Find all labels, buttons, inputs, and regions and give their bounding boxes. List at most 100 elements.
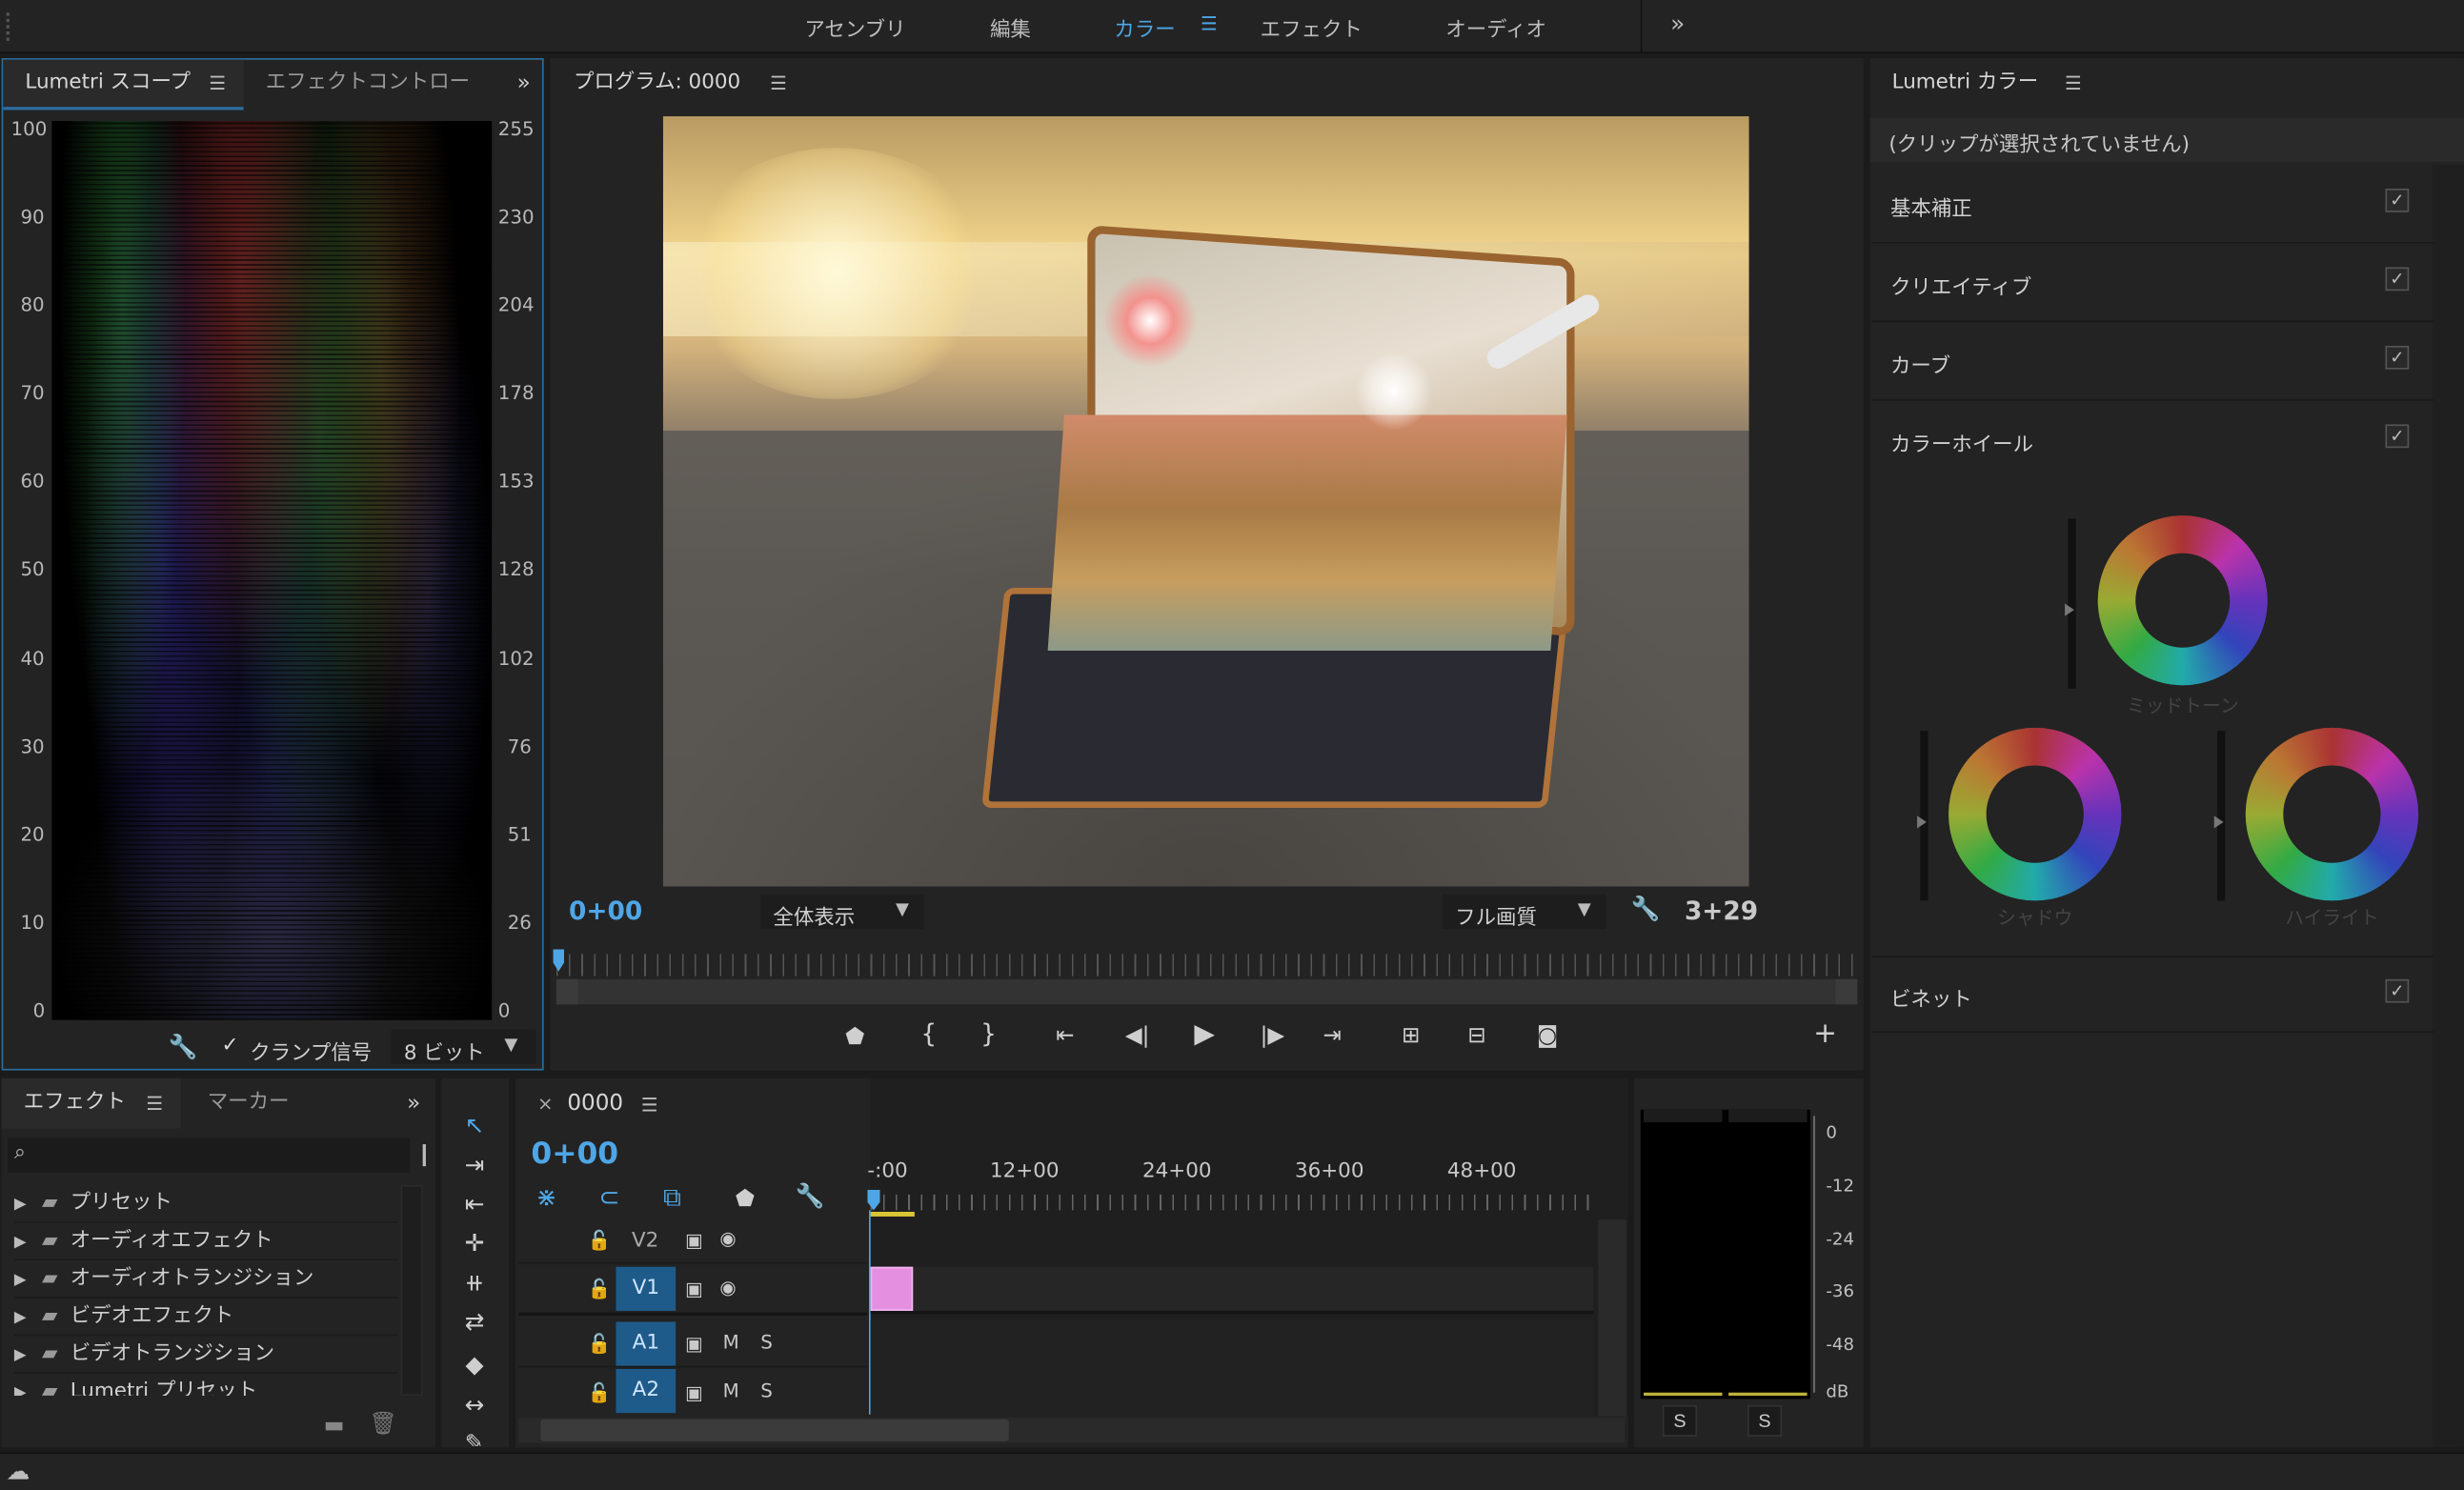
rate-stretch-tool-icon[interactable]: ↔ (454, 1389, 495, 1420)
trash-icon[interactable]: 🗑 (370, 1413, 397, 1435)
track-height-scrollbar[interactable] (1598, 1219, 1626, 1417)
section-color-wheels[interactable]: カラーホイール ✓ (1871, 402, 2434, 479)
source-patch-a2[interactable]: A2 (616, 1368, 677, 1414)
program-playhead-timecode[interactable]: 0+00 (569, 896, 642, 925)
timeline-ruler-ticks[interactable] (870, 1194, 1594, 1211)
more-panels-icon[interactable]: » (517, 72, 531, 94)
extract-icon[interactable]: ⊟ (1467, 1025, 1485, 1047)
razor-tool-icon[interactable]: ◆ (454, 1349, 495, 1380)
effects-item-presets[interactable]: ▶ ▰ プリセット (13, 1185, 398, 1223)
track-header-a2[interactable]: 🔓 A2 ▣ M S (518, 1368, 868, 1417)
effects-search-input[interactable]: ⌕ (8, 1138, 411, 1173)
workspace-tab-effects[interactable]: エフェクト (1261, 12, 1363, 43)
sequence-tab[interactable]: 0000 (567, 1091, 623, 1116)
quality-select[interactable]: フル画質 ▼ (1442, 894, 1606, 931)
step-forward-icon[interactable]: |▶︎ (1261, 1025, 1285, 1047)
menu-icon[interactable]: ☰ (1201, 12, 1218, 34)
track-header-a1[interactable]: 🔓 A1 ▣ M S (518, 1319, 868, 1368)
clamp-checkbox[interactable]: ✓ (222, 1035, 239, 1058)
more-panels-icon[interactable]: » (407, 1093, 420, 1115)
lock-icon[interactable]: 🔓 (588, 1278, 612, 1299)
workspace-tab-audio[interactable]: オーディオ (1445, 12, 1546, 43)
tab-effects[interactable]: エフェクト ☰ (1, 1077, 181, 1129)
highlight-slider[interactable] (2213, 731, 2226, 901)
tab-lumetri-scopes[interactable]: Lumetri スコープ ☰ (3, 59, 244, 111)
selection-tool-icon[interactable]: ↖ (454, 1110, 495, 1141)
section-vignette[interactable]: ビネット ✓ (1871, 956, 2434, 1033)
zoom-scrollbar[interactable] (555, 978, 1858, 1005)
effects-item-lumetri-presets[interactable]: ▶ ▰ Lumetri プリセット (14, 1374, 397, 1396)
scrollbar-thumb[interactable] (540, 1419, 1009, 1441)
timeline-settings-wrench-icon[interactable]: 🔧 (795, 1184, 824, 1208)
section-checkbox[interactable]: ✓ (2385, 267, 2410, 292)
workspace-tab-assembly[interactable]: アセンブリ (804, 12, 905, 43)
solo-button[interactable]: S (760, 1380, 773, 1402)
timeline-timecode[interactable]: 0+00 (531, 1137, 618, 1171)
panel-scrollbar[interactable] (2432, 165, 2464, 1448)
tab-markers[interactable]: マーカー (208, 1079, 290, 1126)
button-editor-plus-icon[interactable]: + (1813, 1019, 1837, 1048)
track-select-tool-icon[interactable]: ⇥ (454, 1149, 495, 1180)
lift-icon[interactable]: ⊞ (1402, 1025, 1420, 1047)
panel-menu-icon[interactable]: ☰ (209, 72, 226, 94)
more-workspaces-icon[interactable]: » (1670, 10, 1685, 38)
mute-button[interactable]: M (723, 1380, 739, 1402)
export-frame-camera-icon[interactable]: ◙ (1537, 1025, 1558, 1047)
track-lane-v1[interactable] (870, 1266, 1594, 1315)
audio-track-lanes[interactable] (870, 1319, 1594, 1417)
effects-scrollbar[interactable] (400, 1184, 423, 1397)
pen-tool-icon[interactable]: ✎ (454, 1427, 495, 1446)
panel-menu-icon[interactable]: ☰ (641, 1094, 658, 1116)
mark-out-icon[interactable]: } (980, 1021, 997, 1046)
go-to-in-icon[interactable]: ⇤ (1056, 1025, 1074, 1047)
section-basic-correction[interactable]: 基本補正 ✓ (1871, 167, 2434, 244)
zoom-select[interactable]: 全体表示 ▼ (760, 894, 924, 931)
timeline-scrollbar[interactable] (518, 1418, 1626, 1443)
video-clip[interactable] (870, 1266, 914, 1311)
shadow-slider[interactable] (1917, 731, 1929, 901)
panel-menu-icon[interactable]: ☰ (146, 1093, 163, 1115)
track-header-v1[interactable]: 🔓 V1 ▣ ◉ (518, 1265, 868, 1316)
section-checkbox[interactable]: ✓ (2385, 188, 2410, 212)
effects-item-video-effects[interactable]: ▶ ▰ ビデオエフェクト (13, 1299, 398, 1337)
midtone-slider[interactable] (2065, 518, 2076, 689)
toggle-sync-icon[interactable]: ▣ (685, 1381, 703, 1403)
solo-button[interactable]: S (760, 1331, 773, 1353)
effects-item-audio-effects[interactable]: ▶ ▰ オーディオエフェクト (13, 1223, 398, 1261)
eye-icon[interactable]: ◉ (719, 1277, 736, 1299)
program-monitor-title[interactable]: プログラム: 0000 (574, 60, 740, 107)
lock-icon[interactable]: 🔓 (588, 1229, 612, 1251)
solo-left-button[interactable]: S (1662, 1404, 1698, 1437)
nest-sequence-icon[interactable]: ⋇ (535, 1184, 556, 1209)
snap-icon[interactable]: ⊂ (598, 1184, 619, 1209)
effects-item-video-transitions[interactable]: ▶ ▰ ビデオトランジション (13, 1336, 398, 1374)
time-ruler[interactable] (555, 954, 1858, 977)
panel-menu-icon[interactable]: ☰ (770, 72, 787, 94)
toggle-sync-icon[interactable]: ▣ (685, 1278, 703, 1299)
add-marker-icon[interactable]: ⬟ (845, 1026, 864, 1048)
add-marker-icon[interactable]: ⬟ (736, 1188, 755, 1210)
new-folder-icon[interactable]: ▬ (324, 1415, 345, 1437)
play-icon[interactable]: ▶ (1194, 1021, 1215, 1048)
settings-wrench-icon[interactable]: 🔧 (1631, 896, 1661, 920)
source-patch-v1[interactable]: V1 (616, 1266, 677, 1311)
source-patch-a1[interactable]: A1 (616, 1321, 677, 1366)
creative-cloud-icon[interactable]: ☁ (7, 1457, 30, 1485)
section-checkbox[interactable]: ✓ (2385, 978, 2410, 1003)
section-curves[interactable]: カーブ ✓ (1871, 324, 2434, 401)
panel-menu-icon[interactable]: ☰ (2065, 72, 2082, 94)
track-header-v2[interactable]: 🔓 V2 ▣ ◉ (518, 1219, 868, 1264)
mark-in-icon[interactable]: { (920, 1021, 937, 1046)
section-creative[interactable]: クリエイティブ ✓ (1871, 245, 2434, 323)
wrench-icon[interactable]: 🔧 (168, 1035, 197, 1058)
toggle-sync-icon[interactable]: ▣ (685, 1229, 703, 1251)
mute-button[interactable]: M (723, 1331, 739, 1353)
ripple-edit-tool-icon[interactable]: ⇤ (454, 1188, 495, 1219)
effects-item-audio-transitions[interactable]: ▶ ▰ オーディオトランジション (13, 1260, 398, 1299)
close-icon[interactable]: × (537, 1093, 554, 1115)
tab-effect-controls[interactable]: エフェクトコントロー (266, 60, 470, 107)
step-back-icon[interactable]: ◀︎| (1125, 1025, 1150, 1047)
lumetri-color-title[interactable]: Lumetri カラー (1892, 60, 2039, 107)
lock-icon[interactable]: 🔓 (588, 1381, 612, 1403)
section-checkbox[interactable]: ✓ (2385, 424, 2410, 449)
